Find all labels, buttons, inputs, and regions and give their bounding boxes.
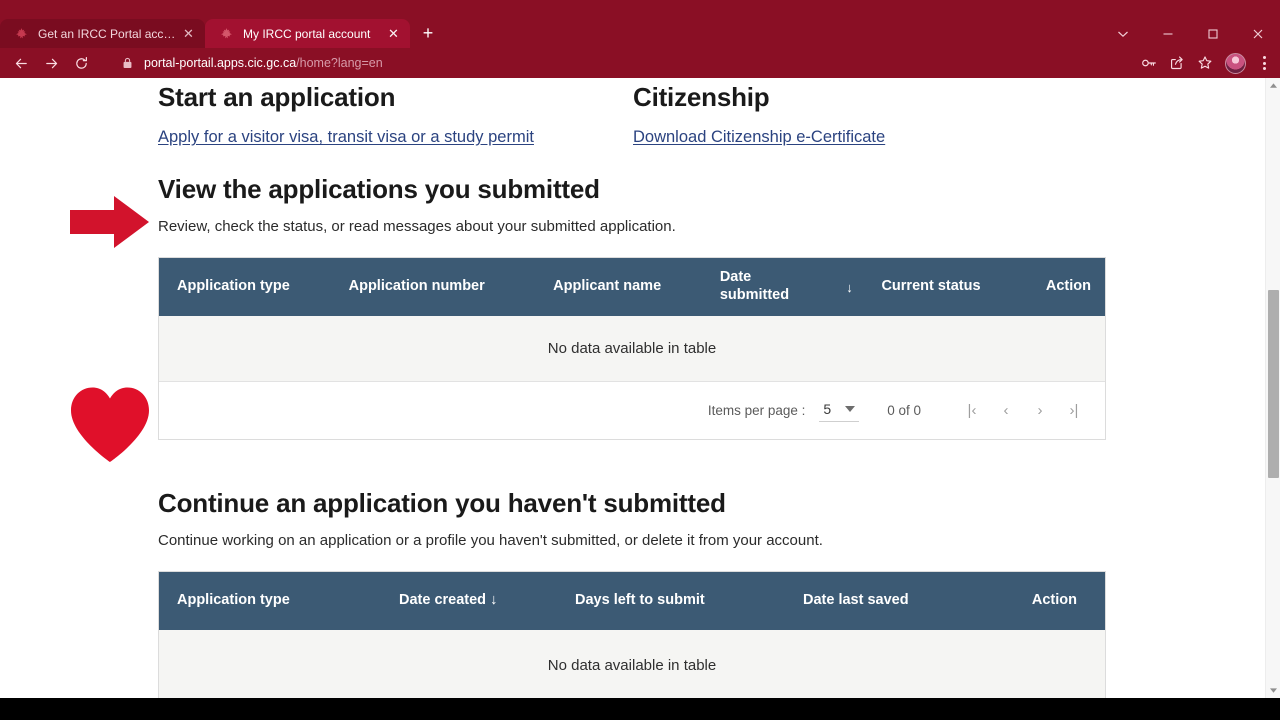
items-per-page-select[interactable]: 5 xyxy=(819,399,860,422)
column-header-action[interactable]: Action xyxy=(1011,268,1097,306)
share-icon[interactable] xyxy=(1163,49,1191,77)
profile-avatar[interactable] xyxy=(1225,52,1246,74)
close-icon[interactable]: ✕ xyxy=(385,25,402,42)
first-page-button[interactable]: |‹ xyxy=(955,394,989,428)
tab-title: My IRCC portal account xyxy=(243,26,371,41)
maple-leaf-icon xyxy=(14,26,29,41)
section-description-submitted: Review, check the status, or read messag… xyxy=(158,218,676,235)
url-path: /home?lang=en xyxy=(296,56,383,70)
reload-icon[interactable] xyxy=(66,48,96,78)
key-icon[interactable] xyxy=(1135,49,1163,77)
window-controls xyxy=(1100,19,1280,48)
section-title-submitted: View the applications you submitted xyxy=(158,174,600,204)
sort-arrow-glyph: ↓ xyxy=(846,279,853,295)
column-header-days-left[interactable]: Days left to submit xyxy=(565,582,793,619)
browser-window: Get an IRCC Portal account ✕ My IRCC por… xyxy=(0,0,1280,720)
sort-descending-icon[interactable]: ↓ xyxy=(828,281,872,294)
continue-applications-section: Continue an application you haven't subm… xyxy=(158,488,1108,698)
new-tab-button[interactable]: + xyxy=(414,19,442,47)
bookmark-star-icon[interactable] xyxy=(1191,49,1219,77)
lock-icon[interactable] xyxy=(120,57,134,69)
chevron-down-icon[interactable] xyxy=(1100,19,1145,48)
items-per-page-value: 5 xyxy=(823,401,832,417)
tab-title: Get an IRCC Portal account xyxy=(38,26,180,41)
browser-tab-strip: Get an IRCC Portal account ✕ My IRCC por… xyxy=(0,0,1280,48)
red-arrow-annotation xyxy=(70,194,150,255)
kebab-menu-icon[interactable] xyxy=(1252,49,1276,77)
start-application-section: Start an application Apply for a visitor… xyxy=(158,82,633,147)
citizenship-section: Citizenship Download Citizenship e-Certi… xyxy=(633,82,1108,147)
chevron-down-icon xyxy=(845,406,856,412)
column-header-applicant-name[interactable]: Applicant name xyxy=(543,268,710,306)
address-bar[interactable]: portal-portail.apps.cic.gc.ca/home?lang=… xyxy=(110,51,1135,75)
download-citizenship-ecertificate-link[interactable]: Download Citizenship e-Certificate xyxy=(633,128,885,146)
url-host: portal-portail.apps.cic.gc.ca xyxy=(144,56,297,70)
last-page-button[interactable]: ›| xyxy=(1057,394,1091,428)
column-header-application-number[interactable]: Application number xyxy=(339,268,544,306)
page-title-start-application: Start an application xyxy=(158,82,396,112)
empty-state-message: No data available in table xyxy=(159,630,1105,698)
scroll-down-arrow-icon[interactable] xyxy=(1266,683,1280,698)
toolbar-actions xyxy=(1135,49,1276,77)
browser-tab-1[interactable]: Get an IRCC Portal account ✕ xyxy=(0,19,205,48)
top-links-row: Start an application Apply for a visitor… xyxy=(158,82,1158,147)
scroll-up-arrow-icon[interactable] xyxy=(1266,78,1280,93)
empty-state-message: No data available in table xyxy=(159,316,1105,382)
forward-arrow-icon[interactable] xyxy=(36,48,66,78)
table-paginator: Items per page : 5 0 of 0 |‹ ‹ › ›| xyxy=(159,382,1105,439)
submitted-applications-table: Application type Application number Appl… xyxy=(158,257,1106,440)
section-description-continue: Continue working on an application or a … xyxy=(158,532,823,549)
maximize-icon[interactable] xyxy=(1190,19,1235,48)
scrollbar-thumb[interactable] xyxy=(1268,290,1279,478)
column-header-action[interactable]: Action xyxy=(973,582,1083,619)
table-header-row: Application type Date created ↓ Days lef… xyxy=(159,572,1105,630)
column-header-application-type[interactable]: Application type xyxy=(167,268,339,306)
column-header-date-created[interactable]: Date created ↓ xyxy=(389,582,565,619)
next-page-button[interactable]: › xyxy=(1023,394,1057,428)
screen-letterbox xyxy=(0,698,1280,720)
maple-leaf-icon xyxy=(219,26,234,41)
apply-visitor-visa-link[interactable]: Apply for a visitor visa, transit visa o… xyxy=(158,128,534,146)
items-per-page-label: Items per page : xyxy=(707,403,806,418)
column-header-application-type[interactable]: Application type xyxy=(167,582,389,619)
submitted-applications-section: View the applications you submitted Revi… xyxy=(158,174,1108,440)
page-content: Start an application Apply for a visitor… xyxy=(0,78,1265,698)
close-icon[interactable] xyxy=(1235,19,1280,48)
page-scrollbar[interactable] xyxy=(1265,78,1280,698)
column-header-current-status[interactable]: Current status xyxy=(871,268,1011,306)
back-arrow-icon[interactable] xyxy=(6,48,36,78)
section-title-continue: Continue an application you haven't subm… xyxy=(158,488,726,518)
page-title-citizenship: Citizenship xyxy=(633,82,770,112)
browser-toolbar: portal-portail.apps.cic.gc.ca/home?lang=… xyxy=(0,48,1280,78)
table-header-row: Application type Application number Appl… xyxy=(159,258,1105,316)
url-text: portal-portail.apps.cic.gc.ca/home?lang=… xyxy=(144,56,383,70)
previous-page-button[interactable]: ‹ xyxy=(989,394,1023,428)
column-header-date-last-saved[interactable]: Date last saved xyxy=(793,582,973,619)
red-heart-annotation xyxy=(68,385,152,468)
minimize-icon[interactable] xyxy=(1145,19,1190,48)
tab-list: Get an IRCC Portal account ✕ My IRCC por… xyxy=(0,19,442,48)
close-icon[interactable]: ✕ xyxy=(180,25,197,42)
browser-tab-2[interactable]: My IRCC portal account ✕ xyxy=(205,19,410,48)
continue-applications-table: Application type Date created ↓ Days lef… xyxy=(158,571,1106,698)
pagination-range-label: 0 of 0 xyxy=(887,403,921,418)
column-header-date-submitted[interactable]: Date submitted xyxy=(710,259,828,314)
page-viewport: Start an application Apply for a visitor… xyxy=(0,78,1280,698)
